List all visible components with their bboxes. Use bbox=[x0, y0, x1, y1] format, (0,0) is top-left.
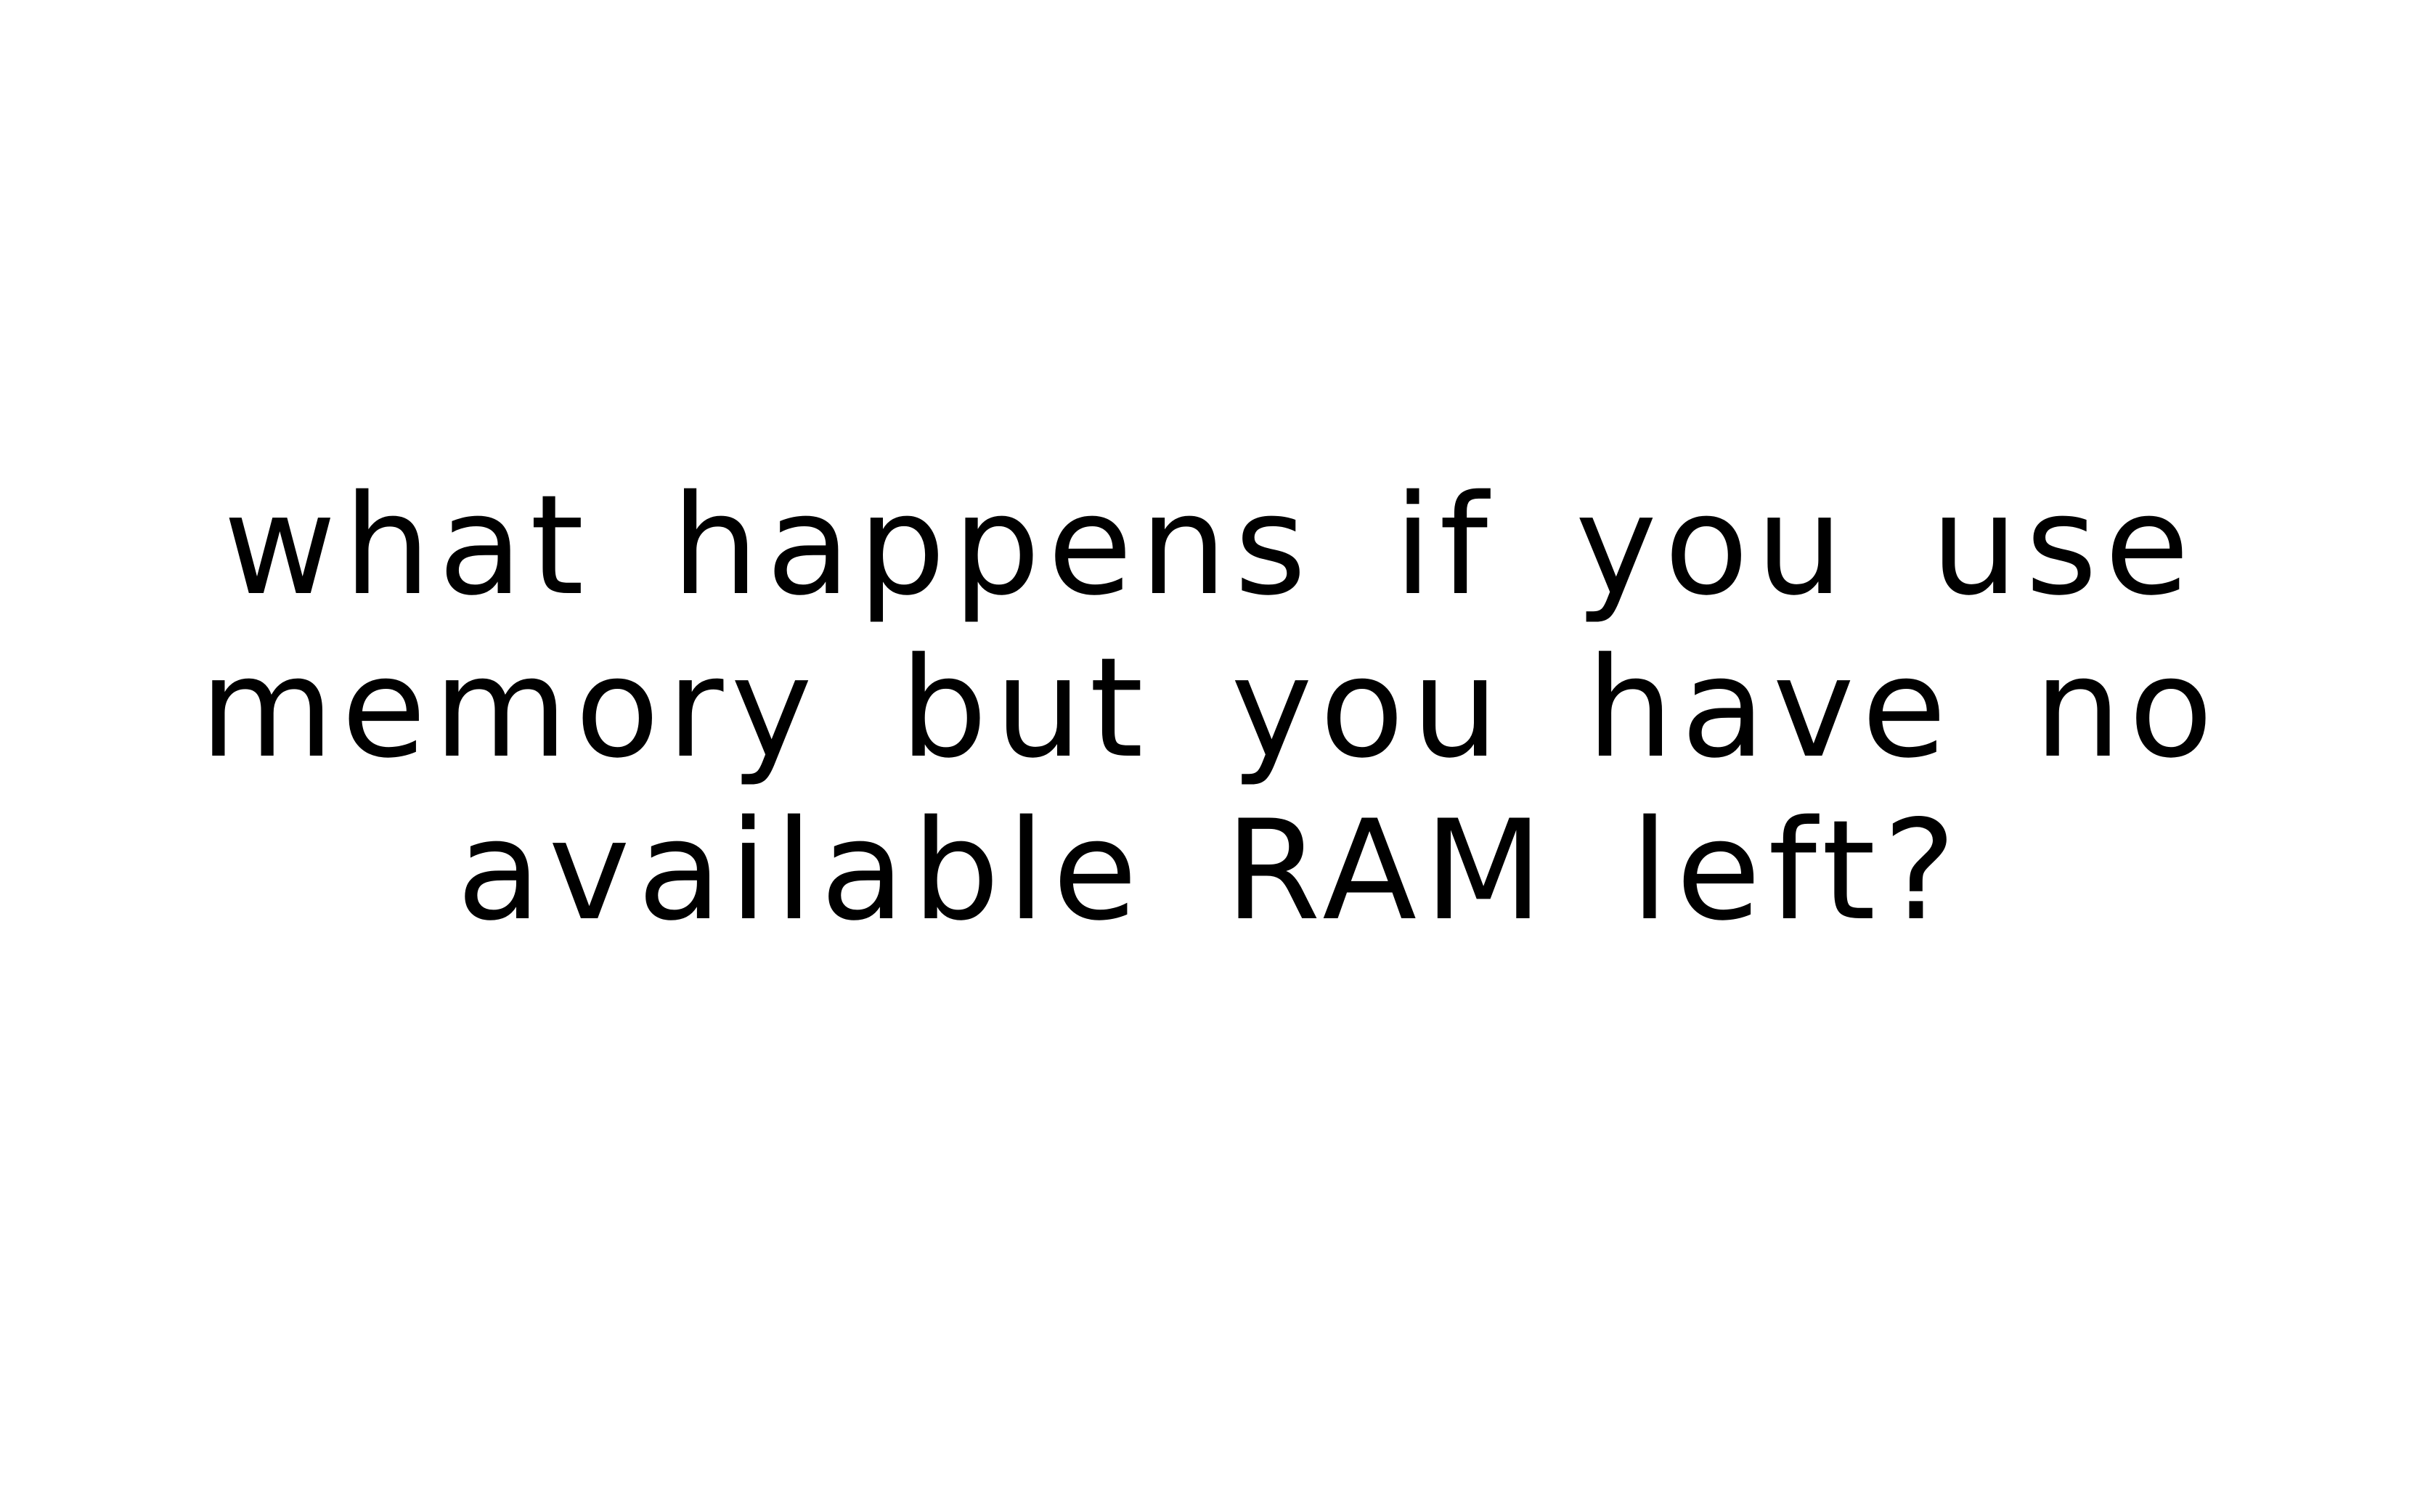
question-line-2: memory but you have no bbox=[200, 628, 2220, 788]
question-text: what happens if you use memory but you h… bbox=[0, 465, 2420, 952]
question-line-1: what happens if you use bbox=[223, 465, 2197, 626]
question-line-3: available RAM left? bbox=[456, 790, 1964, 951]
slide-canvas: what happens if you use memory but you h… bbox=[0, 0, 2420, 1512]
